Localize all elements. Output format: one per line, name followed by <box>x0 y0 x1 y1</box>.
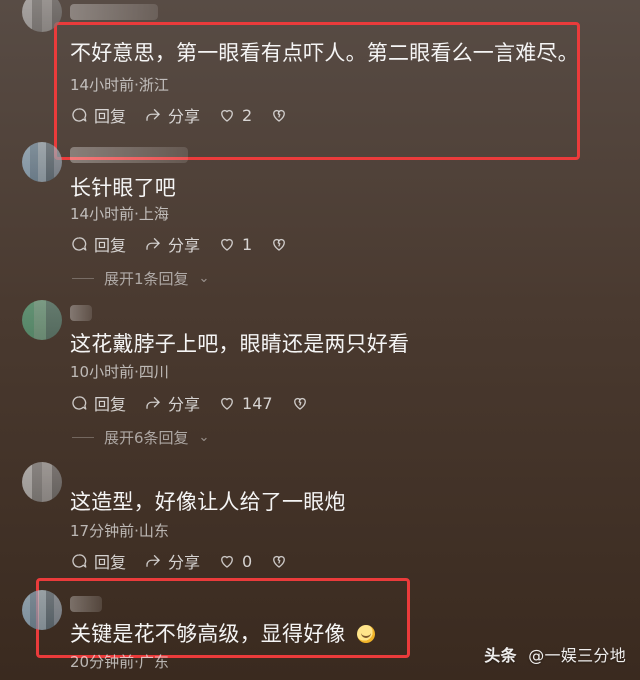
comment-text: 这花戴脖子上吧，眼睛还是两只好看 <box>70 332 410 356</box>
reply-icon <box>70 235 88 253</box>
avatar[interactable] <box>22 0 62 32</box>
comment-actions: 回复 分享 0 <box>70 550 288 572</box>
username-blurred <box>70 147 188 163</box>
like-count: 2 <box>242 105 253 125</box>
expand-replies-label: 展开1条回复 <box>104 269 189 288</box>
username-blurred <box>70 305 92 321</box>
like-count: 1 <box>242 234 253 254</box>
reply-label: 回复 <box>94 107 127 126</box>
chevron-down-icon: ⌄ <box>198 429 210 445</box>
dislike-button[interactable] <box>270 552 288 570</box>
expand-replies[interactable]: 展开6条回复 ⌄ <box>72 427 209 447</box>
avatar[interactable] <box>22 590 62 630</box>
expand-replies[interactable]: 展开1条回复 ⌄ <box>72 268 209 288</box>
share-label: 分享 <box>168 107 201 126</box>
expand-divider <box>72 436 94 438</box>
chevron-down-icon: ⌄ <box>198 270 210 286</box>
share-icon <box>144 394 162 412</box>
dislike-button[interactable] <box>270 106 288 124</box>
avatar[interactable] <box>22 300 62 340</box>
expand-divider <box>72 277 94 279</box>
reply-button[interactable]: 回复 <box>70 103 126 127</box>
reply-button[interactable]: 回复 <box>70 549 126 573</box>
avatar[interactable] <box>22 142 62 182</box>
share-button[interactable]: 分享 <box>144 549 200 573</box>
comment-text-value: 关键是花不够高级，显得好像 <box>70 622 346 646</box>
share-icon <box>144 106 162 124</box>
reply-label: 回复 <box>94 553 127 572</box>
heart-icon <box>218 235 236 253</box>
comment-text: 这造型，好像让人给了一眼炮 <box>70 490 346 514</box>
username-blurred <box>70 4 158 20</box>
heart-icon <box>218 394 236 412</box>
broken-heart-icon <box>270 552 288 570</box>
watermark-brand: 头条 <box>484 646 517 665</box>
like-button[interactable]: 1 <box>218 235 252 254</box>
share-icon <box>144 552 162 570</box>
broken-heart-icon <box>291 394 309 412</box>
comment-text: 长针眼了吧 <box>70 176 176 200</box>
comment-meta: 20分钟前·广东 <box>70 653 169 671</box>
broken-heart-icon <box>270 235 288 253</box>
like-count: 0 <box>242 551 253 571</box>
reply-icon <box>70 552 88 570</box>
reply-label: 回复 <box>94 395 127 414</box>
reply-button[interactable]: 回复 <box>70 232 126 256</box>
comment-meta: 14小时前·上海 <box>70 205 169 223</box>
dislike-button[interactable] <box>291 394 309 412</box>
like-button[interactable]: 2 <box>218 106 252 125</box>
comment-text: 不好意思，第一眼看有点吓人。第二眼看么一言难尽。 <box>70 41 579 65</box>
reply-button[interactable]: 回复 <box>70 391 126 415</box>
reply-icon <box>70 394 88 412</box>
comment-meta: 17分钟前·山东 <box>70 522 169 540</box>
reply-icon <box>70 106 88 124</box>
comment-actions: 回复 分享 1 <box>70 233 288 255</box>
comment-meta: 10小时前·四川 <box>70 363 169 381</box>
reply-label: 回复 <box>94 236 127 255</box>
like-button[interactable]: 0 <box>218 552 252 571</box>
share-button[interactable]: 分享 <box>144 391 200 415</box>
comment-meta: 14小时前·浙江 <box>70 76 169 94</box>
avatar[interactable] <box>22 462 62 502</box>
watermark: 头条 @一娱三分地 <box>484 642 626 666</box>
share-button[interactable]: 分享 <box>144 103 200 127</box>
comment-text: 关键是花不够高级，显得好像 <box>70 620 375 648</box>
share-icon <box>144 235 162 253</box>
watermark-handle: @一娱三分地 <box>528 646 626 665</box>
share-button[interactable]: 分享 <box>144 232 200 256</box>
share-label: 分享 <box>168 553 201 572</box>
heart-icon <box>218 552 236 570</box>
heart-icon <box>218 106 236 124</box>
share-label: 分享 <box>168 236 201 255</box>
comment-actions: 回复 分享 2 <box>70 104 288 126</box>
comment-actions: 回复 分享 147 <box>70 392 309 414</box>
dislike-button[interactable] <box>270 235 288 253</box>
expand-replies-label: 展开6条回复 <box>104 428 189 447</box>
like-count: 147 <box>242 393 273 413</box>
comment-screenshot: 不好意思，第一眼看有点吓人。第二眼看么一言难尽。 14小时前·浙江 回复 分享 … <box>0 0 640 680</box>
broken-heart-icon <box>270 106 288 124</box>
emoji-icon <box>356 625 375 643</box>
username-blurred <box>70 596 102 612</box>
share-label: 分享 <box>168 395 201 414</box>
like-button[interactable]: 147 <box>218 394 273 413</box>
